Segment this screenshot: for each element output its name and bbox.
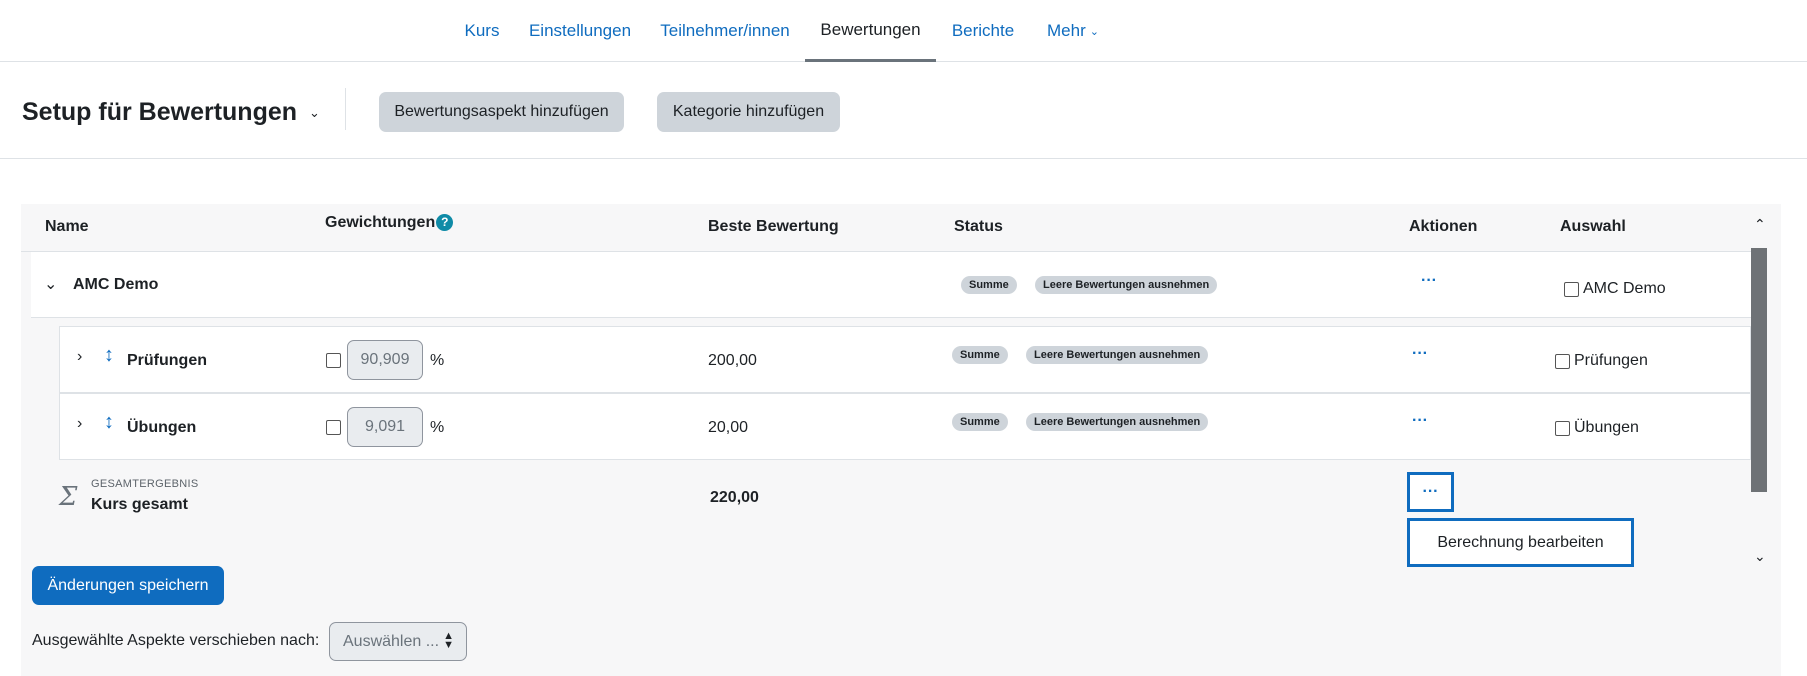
select-label: Prüfungen — [1574, 352, 1648, 369]
tab-einstellungen-label: Einstellungen — [528, 21, 632, 40]
chevron-down-icon: ⌄ — [309, 104, 320, 120]
chevron-right-icon[interactable]: › — [77, 348, 82, 366]
actions-menu-icon[interactable]: ··· — [1421, 272, 1437, 290]
sort-arrows-icon: ▲ ▼ — [443, 630, 454, 651]
category-name: AMC Demo — [73, 276, 159, 293]
status-badge: Leere Bewertungen ausnehmen — [1026, 413, 1209, 431]
col-name: Name — [45, 218, 89, 235]
weight-value: 90,909 — [360, 351, 410, 368]
status-badge: Summe — [961, 276, 1017, 294]
save-changes-label: Änderungen speichern — [47, 576, 209, 594]
grade-setup-panel: Name Gewichtungen? Beste Bewertung Statu… — [21, 204, 1781, 676]
max-grade: 200,00 — [708, 352, 757, 369]
tab-einstellungen[interactable]: Einstellungen — [522, 0, 638, 62]
page-title: Setup für Bewertungen — [22, 98, 298, 126]
help-icon[interactable]: ? — [436, 214, 454, 231]
sigma-icon: Σ — [59, 482, 78, 512]
col-actions: Aktionen — [1409, 218, 1478, 235]
actions-menu-icon[interactable]: ··· — [1412, 345, 1428, 363]
add-category-label: Kategorie hinzufügen — [672, 103, 825, 120]
table-row: › ↕ Übungen 9,091 % 20,00 Summe Leere Be… — [59, 393, 1751, 460]
move-selected-label: Ausgewählte Aspekte verschieben nach: — [32, 632, 320, 649]
tab-bewertungen[interactable]: Bewertungen — [805, 0, 936, 62]
override-weight-checkbox[interactable] — [326, 353, 341, 368]
edit-calculation-menu-item[interactable]: Berechnung bearbeiten — [1407, 518, 1634, 567]
add-grade-item-button[interactable]: Bewertungsaspekt hinzufügen — [379, 92, 624, 132]
move-icon[interactable]: ↕ — [104, 344, 114, 367]
move-icon[interactable]: ↕ — [104, 411, 114, 434]
max-grade: 20,00 — [708, 419, 749, 436]
tab-kurs[interactable]: Kurs — [452, 0, 512, 62]
chevron-down-icon: ⌄ — [1089, 25, 1099, 38]
select-checkbox[interactable] — [1564, 282, 1579, 297]
course-total-name: Kurs gesamt — [91, 496, 188, 513]
page-title-menu[interactable]: Setup für Bewertungen ⌄ — [22, 98, 320, 127]
scrollbar-thumb[interactable] — [1751, 248, 1767, 492]
item-name: Prüfungen — [127, 352, 207, 369]
course-total-max-grade: 220,00 — [710, 489, 759, 506]
tab-teilnehmer[interactable]: Teilnehmer/innen — [652, 0, 798, 62]
tab-kurs-label: Kurs — [464, 21, 500, 40]
col-weights: Gewichtungen? — [325, 214, 454, 232]
tab-bewertungen-label: Bewertungen — [820, 19, 921, 39]
chevron-up-icon[interactable]: ⌃ — [1754, 216, 1766, 233]
save-changes-button[interactable]: Änderungen speichern — [32, 566, 224, 605]
tab-teilnehmer-label: Teilnehmer/innen — [660, 21, 790, 40]
chevron-down-icon[interactable]: ⌄ — [1754, 548, 1766, 565]
divider — [345, 88, 346, 130]
weight-value: 9,091 — [364, 418, 406, 435]
move-target-select[interactable]: Auswählen ... ▲ ▼ — [329, 622, 467, 661]
weight-input[interactable]: 9,091 — [347, 407, 423, 447]
item-name: Übungen — [127, 419, 197, 436]
tab-berichte-label: Berichte — [951, 21, 1015, 40]
override-weight-checkbox[interactable] — [326, 420, 341, 435]
table-row: › ↕ Prüfungen 90,909 % 200,00 Summe Leer… — [59, 326, 1751, 393]
select-checkbox[interactable] — [1555, 421, 1570, 436]
col-weights-label: Gewichtungen — [325, 214, 436, 231]
status-badge: Summe — [952, 413, 1008, 431]
status-badge: Leere Bewertungen ausnehmen — [1035, 276, 1218, 294]
tab-mehr[interactable]: Mehr ⌄ — [1040, 0, 1106, 62]
secondary-navigation: Kurs Einstellungen Teilnehmer/innen Bewe… — [0, 0, 1807, 62]
status-badge: Leere Bewertungen ausnehmen — [1026, 346, 1209, 364]
select-label: Übungen — [1574, 419, 1639, 436]
page-header: Setup für Bewertungen ⌄ Bewertungsaspekt… — [0, 62, 1807, 159]
chevron-down-icon[interactable]: ⌄ — [44, 274, 57, 294]
status-badge: Summe — [952, 346, 1008, 364]
tab-berichte[interactable]: Berichte — [946, 0, 1020, 62]
col-select: Auswahl — [1560, 218, 1626, 235]
category-row: ⌄ AMC Demo Summe Leere Bewertungen ausne… — [31, 252, 1751, 318]
course-total-caption: GESAMTERGEBNIS — [91, 478, 199, 490]
add-grade-item-label: Bewertungsaspekt hinzufügen — [394, 103, 609, 120]
col-max-grade: Beste Bewertung — [708, 218, 839, 235]
actions-menu-button[interactable]: ··· — [1407, 472, 1454, 512]
edit-calculation-label: Berechnung bearbeiten — [1437, 533, 1604, 551]
select-checkbox[interactable] — [1555, 354, 1570, 369]
move-target-value: Auswählen ... — [343, 632, 440, 650]
weight-unit: % — [430, 352, 445, 369]
add-category-button[interactable]: Kategorie hinzufügen — [657, 92, 840, 132]
weight-unit: % — [430, 419, 445, 436]
actions-menu-icon[interactable]: ··· — [1412, 412, 1428, 430]
weight-input[interactable]: 90,909 — [347, 340, 423, 380]
tab-mehr-label: Mehr — [1047, 21, 1086, 40]
col-status: Status — [954, 218, 1003, 235]
chevron-right-icon[interactable]: › — [77, 415, 82, 433]
select-label: AMC Demo — [1583, 280, 1666, 297]
table-header: Name Gewichtungen? Beste Bewertung Statu… — [21, 204, 1751, 252]
